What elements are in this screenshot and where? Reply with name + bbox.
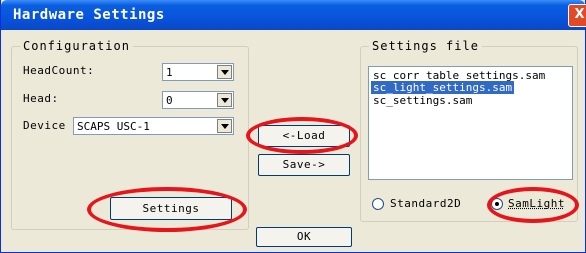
device-label: Device	[23, 119, 66, 132]
device-combobox[interactable]: SCAPS USC-1	[73, 117, 234, 135]
headcount-label: HeadCount:	[23, 64, 95, 77]
head-value: 0	[166, 94, 173, 107]
chevron-down-icon[interactable]	[217, 119, 232, 133]
standard2d-label: Standard2D	[390, 197, 462, 210]
head-combobox[interactable]: 0	[162, 91, 234, 109]
chevron-down-icon[interactable]	[217, 93, 232, 107]
ok-button[interactable]: OK	[256, 227, 352, 247]
title-bar[interactable]: Hardware Settings X	[1, 0, 586, 30]
save-button[interactable]: Save->	[258, 154, 350, 176]
window-title: Hardware Settings	[13, 7, 165, 23]
headcount-value: 1	[166, 66, 173, 79]
standard2d-radio[interactable]	[372, 198, 384, 210]
hardware-settings-dialog: Hardware Settings X Configuration HeadCo…	[0, 0, 586, 253]
list-item[interactable]: sc_settings.sam	[371, 94, 474, 107]
configuration-legend: Configuration	[23, 39, 130, 53]
close-icon[interactable]: X	[568, 4, 586, 27]
samlight-label: SamLight	[508, 197, 565, 210]
load-button[interactable]: <-Load	[258, 125, 350, 147]
head-label: Head:	[23, 92, 59, 105]
list-item[interactable]: sc_light_settings.sam	[371, 81, 515, 94]
headcount-combobox[interactable]: 1	[162, 63, 234, 81]
settings-button[interactable]: Settings	[110, 197, 232, 220]
settings-file-legend: Settings file	[372, 39, 479, 53]
device-value: SCAPS USC-1	[77, 120, 150, 133]
chevron-down-icon[interactable]	[217, 65, 232, 79]
samlight-radio[interactable]	[491, 198, 503, 210]
settings-file-list[interactable]: sc_corr_table_settings.sam sc_light_sett…	[368, 66, 573, 180]
